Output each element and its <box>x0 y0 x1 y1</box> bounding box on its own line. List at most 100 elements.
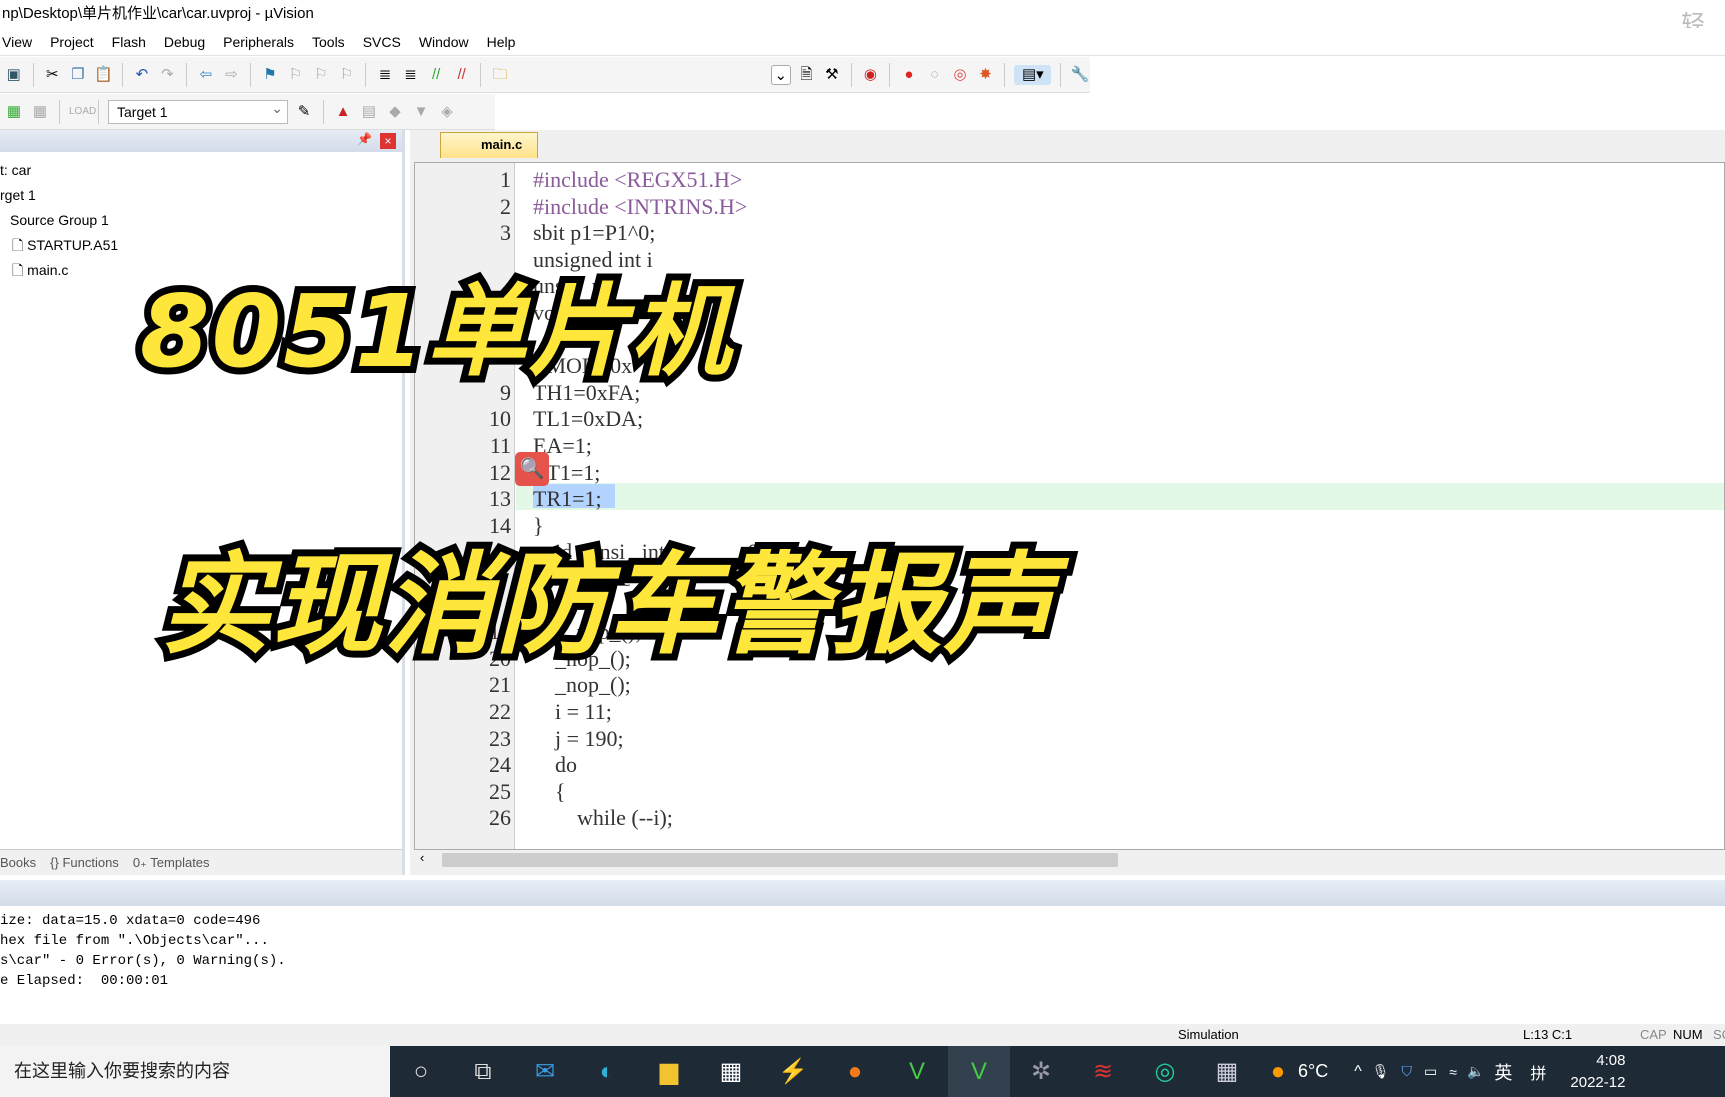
menu-window[interactable]: Window <box>417 34 479 50</box>
code-line[interactable]: sbit p1=P1^0; <box>533 220 655 247</box>
keil-active-icon[interactable]: V <box>948 1046 1010 1097</box>
firefox-icon[interactable]: ● <box>824 1046 886 1097</box>
task-view-icon[interactable]: ⧉ <box>452 1046 514 1097</box>
target-select[interactable]: Target 1 <box>108 97 288 124</box>
rebuild-icon[interactable]: ▦ <box>4 102 24 122</box>
manage-components-icon[interactable]: ▲ <box>333 102 353 122</box>
clock[interactable]: 4:08 2022-12 <box>1570 1050 1625 1094</box>
menu-tools[interactable]: Tools <box>310 34 355 50</box>
store-icon[interactable]: ▦ <box>700 1046 762 1097</box>
target-options-icon[interactable]: ✎ <box>294 102 314 122</box>
prev-bookmark-icon[interactable]: ⚐ <box>286 65 306 85</box>
uncomment-icon[interactable]: // <box>452 65 472 85</box>
file-explorer-icon[interactable]: ▆ <box>638 1046 700 1097</box>
paste-icon[interactable]: 📋 <box>94 65 114 85</box>
app3-icon[interactable]: ◎ <box>1134 1046 1196 1097</box>
forward-icon[interactable]: ⇨ <box>222 65 242 85</box>
status-position: L:13 C:1 <box>1523 1027 1573 1042</box>
pack-installer-icon[interactable]: ▼ <box>411 102 431 122</box>
save-all-icon[interactable]: ▣ <box>4 65 24 85</box>
code-line[interactable]: while (--i); <box>533 805 673 832</box>
kill-breakpoints-icon[interactable]: ✸ <box>976 65 996 85</box>
comment-icon[interactable]: // <box>426 65 446 85</box>
horizontal-scrollbar[interactable]: ‹ <box>414 850 1725 870</box>
incremental-find-icon[interactable]: ⚒ <box>822 65 842 85</box>
tree-source-group[interactable]: Source Group 1 <box>10 208 109 233</box>
magnifier-icon[interactable]: 🔍 <box>515 452 549 486</box>
batch-build-icon[interactable]: ▦ <box>30 102 50 122</box>
weather-icon[interactable]: ● <box>1258 1046 1298 1097</box>
disable-breakpoint-icon[interactable]: ○ <box>925 65 945 85</box>
load-icon[interactable]: LOAD <box>69 102 96 122</box>
code-line[interactable]: i = 11; <box>533 699 612 726</box>
code-line[interactable]: { <box>533 779 566 806</box>
manage-rte-icon[interactable]: ▤ <box>359 102 379 122</box>
menu-peripherals[interactable]: Peripherals <box>221 34 304 50</box>
line-number: 11 <box>489 433 511 458</box>
software-packs-icon[interactable]: ◈ <box>437 102 457 122</box>
tree-file-main[interactable]: 🗋 main.c <box>12 258 68 283</box>
ime-mode[interactable]: 拼 <box>1530 1060 1546 1084</box>
tab-main-c[interactable]: main.c <box>440 132 538 158</box>
find-dropdown[interactable]: ⌄ <box>771 64 791 85</box>
tray-chevron-icon[interactable]: ^ <box>1354 1063 1362 1081</box>
app-icon[interactable]: ⚡ <box>762 1046 824 1097</box>
next-bookmark-icon[interactable]: ⚐ <box>311 65 331 85</box>
bookmark-icon[interactable]: ⚑ <box>260 65 280 85</box>
pin-icon[interactable]: 📌 <box>357 132 372 146</box>
clear-bookmarks-icon[interactable]: ⚐ <box>337 65 357 85</box>
code-line[interactable]: #include <REGX51.H> <box>533 167 742 194</box>
keil-icon[interactable]: V <box>886 1046 948 1097</box>
window-layout-icon[interactable]: ▤▾ <box>1014 64 1052 85</box>
back-icon[interactable]: ⇦ <box>196 65 216 85</box>
find-in-files-icon[interactable]: 🗀 <box>490 65 510 85</box>
code-line[interactable]: TR1=1; <box>533 486 602 513</box>
redo-icon[interactable]: ↷ <box>158 65 178 85</box>
configure-icon[interactable]: 🔧 <box>1070 65 1090 85</box>
wifi-icon[interactable]: ≈ <box>1449 1064 1457 1080</box>
code-line[interactable]: #include <INTRINS.H> <box>533 194 747 221</box>
copy-icon[interactable]: ❐ <box>68 65 88 85</box>
debug-session-icon[interactable]: ◉ <box>861 65 881 85</box>
taskbar-search[interactable]: 在这里输入你要搜索的内容 <box>0 1046 390 1097</box>
tree-project[interactable]: t: car <box>0 158 31 183</box>
menu-svcs[interactable]: SVCS <box>361 34 411 50</box>
panel-splitter[interactable] <box>0 880 1725 906</box>
tab-templates[interactable]: 0₊ Templates <box>133 855 210 871</box>
proteus-icon[interactable]: ✲ <box>1010 1046 1072 1097</box>
battery-icon[interactable]: ▭ <box>1424 1063 1437 1080</box>
tab-books[interactable]: Books <box>0 855 36 870</box>
code-line[interactable]: j = 190; <box>533 726 624 753</box>
menu-debug[interactable]: Debug <box>162 34 215 50</box>
tab-functions[interactable]: {} Functions <box>50 855 119 870</box>
breakpoint-icon[interactable]: ● <box>899 65 919 85</box>
mail-icon[interactable]: ✉ <box>514 1046 576 1097</box>
tree-target[interactable]: rget 1 <box>0 183 36 208</box>
menu-help[interactable]: Help <box>485 34 526 50</box>
select-pack-icon[interactable]: ◆ <box>385 102 405 122</box>
app2-icon[interactable]: ≋ <box>1072 1046 1134 1097</box>
disable-all-breakpoints-icon[interactable]: ◎ <box>950 65 970 85</box>
volume-icon[interactable]: 🔈 <box>1467 1063 1484 1080</box>
ime-lang[interactable]: 英 <box>1494 1059 1512 1085</box>
security-icon[interactable]: ⛉ <box>1402 1063 1413 1080</box>
code-line[interactable]: _nop_(); <box>533 672 631 699</box>
scroll-thumb[interactable] <box>442 853 1118 867</box>
undo-icon[interactable]: ↶ <box>132 65 152 85</box>
close-icon[interactable]: × <box>380 133 396 149</box>
menu-flash[interactable]: Flash <box>110 34 156 50</box>
mic-icon[interactable]: 🎙 <box>1372 1063 1390 1080</box>
cut-icon[interactable]: ✂ <box>43 65 63 85</box>
find-icon[interactable]: 🗎 <box>797 65 817 85</box>
tree-file-startup[interactable]: 🗋 STARTUP.A51 <box>12 233 118 258</box>
cortana-icon[interactable]: ○ <box>390 1046 452 1097</box>
menu-project[interactable]: Project <box>48 34 104 50</box>
line-number: 3 <box>500 220 511 246</box>
code-line[interactable]: TL1=0xDA; <box>533 406 643 433</box>
indent-icon[interactable]: ≣ <box>375 65 395 85</box>
menu-view[interactable]: View <box>0 34 42 50</box>
edge-icon[interactable]: ◐ <box>576 1046 638 1097</box>
unindent-icon[interactable]: ≣ <box>401 65 421 85</box>
calculator-icon[interactable]: ▦ <box>1196 1046 1258 1097</box>
code-line[interactable]: do <box>533 752 577 779</box>
